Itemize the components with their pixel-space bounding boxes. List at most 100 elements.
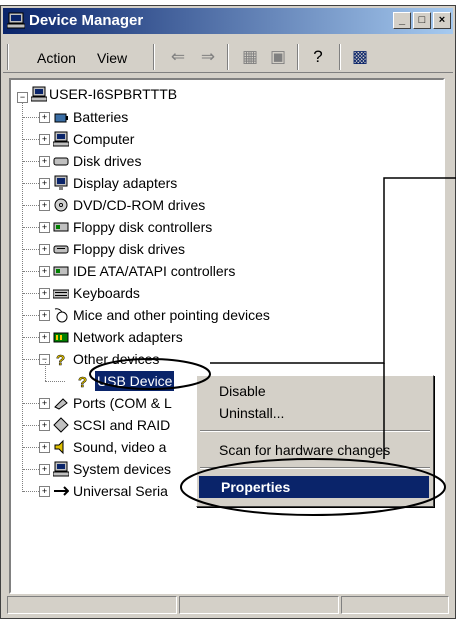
menu-view[interactable]: View xyxy=(97,50,127,66)
floppy-icon xyxy=(53,245,69,254)
expand-toggle[interactable]: + xyxy=(39,332,50,343)
show-hide-tree-icon[interactable]: ▣ xyxy=(267,47,289,67)
tree-root[interactable]: USER-I6SPBRTTTB xyxy=(49,84,177,104)
tree-item[interactable]: Display adapters xyxy=(73,173,177,193)
expand-toggle[interactable]: + xyxy=(39,156,50,167)
monitor-icon xyxy=(54,175,68,190)
window-title: Device Manager xyxy=(29,12,144,29)
battery-icon xyxy=(54,113,68,123)
controller-icon xyxy=(53,266,69,276)
toolbar-separator xyxy=(153,44,155,70)
status-bar xyxy=(3,594,453,616)
status-cell xyxy=(341,596,449,614)
expand-toggle[interactable]: + xyxy=(39,464,50,475)
minimize-button[interactable]: _ xyxy=(393,12,411,29)
keyboard-icon xyxy=(53,289,69,299)
up-level-icon[interactable]: ▦ xyxy=(239,47,261,67)
tree-item-usb-device[interactable]: USB Device xyxy=(95,371,175,391)
expand-toggle[interactable]: + xyxy=(39,112,50,123)
toolbar-grip xyxy=(7,44,9,70)
toolbar-separator xyxy=(227,44,229,70)
tree-line xyxy=(23,293,39,294)
expand-toggle[interactable]: + xyxy=(39,310,50,321)
tree-item[interactable]: Computer xyxy=(73,129,134,149)
tree-item[interactable]: IDE ATA/ATAPI controllers xyxy=(73,261,235,281)
tree-line xyxy=(23,161,39,162)
title-bar[interactable]: Device Manager _ □ × xyxy=(3,8,453,34)
menu-separator xyxy=(200,467,430,469)
tree-item[interactable]: Ports (COM & L xyxy=(73,393,172,413)
question-icon: ? xyxy=(56,352,66,367)
tree-line xyxy=(23,205,39,206)
tree-line xyxy=(23,337,39,338)
expand-toggle[interactable]: + xyxy=(39,178,50,189)
expand-toggle[interactable]: + xyxy=(39,442,50,453)
toolbar-separator xyxy=(297,44,299,70)
usb-icon xyxy=(54,486,69,496)
uninstall-menu-item[interactable]: Uninstall... xyxy=(197,402,431,424)
tree-line xyxy=(23,403,39,404)
svg-text:?: ? xyxy=(56,352,65,367)
scan-hardware-icon[interactable]: ▩ xyxy=(349,47,371,67)
expand-toggle[interactable]: + xyxy=(39,266,50,277)
tree-item[interactable]: Universal Seria xyxy=(73,481,168,501)
computer-icon xyxy=(7,12,25,29)
tree-item[interactable]: Network adapters xyxy=(73,327,183,347)
tree-item[interactable]: Floppy disk controllers xyxy=(73,217,212,237)
tree-item[interactable]: Disk drives xyxy=(73,151,141,171)
tree-line xyxy=(45,381,65,382)
tree-item[interactable]: Batteries xyxy=(73,107,128,127)
expand-toggle[interactable]: + xyxy=(39,244,50,255)
tree-item[interactable]: Floppy disk drives xyxy=(73,239,185,259)
expand-toggle[interactable]: + xyxy=(39,420,50,431)
question-icon: ? xyxy=(78,374,88,389)
expand-toggle[interactable]: + xyxy=(39,200,50,211)
tree-line xyxy=(23,271,39,272)
tree-item[interactable]: Other devices xyxy=(73,349,159,369)
port-icon xyxy=(54,398,68,410)
network-icon xyxy=(53,332,69,343)
help-icon[interactable]: ? xyxy=(307,47,329,67)
expand-toggle[interactable]: + xyxy=(39,486,50,497)
toolbar-separator xyxy=(339,44,341,70)
computer-icon xyxy=(53,131,69,147)
status-cell xyxy=(179,596,339,614)
tree-line xyxy=(23,491,39,492)
expand-toggle[interactable]: + xyxy=(39,288,50,299)
tree-item[interactable]: SCSI and RAID xyxy=(73,415,170,435)
disk-drive-icon xyxy=(53,157,69,166)
context-menu: Disable Uninstall... Scan for hardware c… xyxy=(196,375,434,507)
scan-hardware-menu-item[interactable]: Scan for hardware changes xyxy=(197,439,431,461)
tree-item[interactable]: DVD/CD-ROM drives xyxy=(73,195,205,215)
computer-icon xyxy=(31,86,47,102)
tree-item[interactable]: Mice and other pointing devices xyxy=(73,305,270,325)
controller-icon xyxy=(53,222,69,232)
status-cell xyxy=(7,596,177,614)
tree-line xyxy=(23,139,39,140)
close-button[interactable]: × xyxy=(433,12,451,29)
forward-arrow-icon[interactable]: ⇒ xyxy=(197,47,219,67)
tree-item[interactable]: System devices xyxy=(73,459,171,479)
tree-line xyxy=(45,362,46,381)
tree-line xyxy=(23,315,39,316)
tree-line xyxy=(23,425,39,426)
menu-action[interactable]: Action xyxy=(37,50,76,66)
properties-menu-item[interactable]: Properties xyxy=(199,476,429,498)
toolbar: Action View ⇐ ⇒ ▦ ▣ ? ▩ xyxy=(3,38,453,73)
device-tree[interactable]: − USER-I6SPBRTTTB + Batteries + Computer + Di… xyxy=(9,78,445,594)
disable-menu-item[interactable]: Disable xyxy=(197,380,431,402)
tree-line xyxy=(23,249,39,250)
scsi-icon xyxy=(53,417,69,433)
tree-item[interactable]: Keyboards xyxy=(73,283,140,303)
menu-separator xyxy=(200,430,430,432)
device-manager-window: Device Manager _ □ × Action View ⇐ ⇒ ▦ ▣… xyxy=(0,5,456,619)
expand-toggle[interactable]: + xyxy=(39,134,50,145)
mouse-icon xyxy=(54,308,68,323)
tree-item[interactable]: Sound, video a xyxy=(73,437,166,457)
maximize-button[interactable]: □ xyxy=(413,12,431,29)
back-arrow-icon[interactable]: ⇐ xyxy=(167,47,189,67)
expand-toggle[interactable]: + xyxy=(39,222,50,233)
expand-toggle[interactable]: + xyxy=(39,398,50,409)
tree-line xyxy=(23,117,39,118)
computer-icon xyxy=(53,461,69,477)
